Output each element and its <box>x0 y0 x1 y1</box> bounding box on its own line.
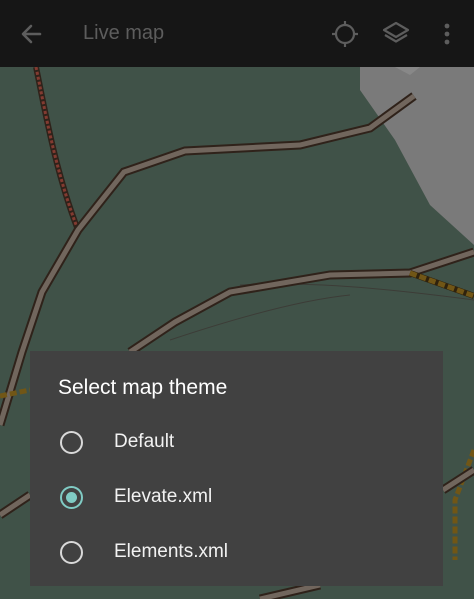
theme-option-elevate[interactable]: Elevate.xml <box>30 471 443 525</box>
layers-icon[interactable] <box>379 17 413 51</box>
theme-option-elements[interactable]: Elements.xml <box>30 526 443 580</box>
page-title: Live map <box>83 22 165 44</box>
radio-button[interactable] <box>60 431 83 454</box>
crosshair-icon[interactable] <box>328 17 362 51</box>
map-theme-dialog: Select map theme Default Elevate.xml Ele… <box>30 351 443 586</box>
dialog-title: Select map theme <box>58 376 228 399</box>
option-label: Elevate.xml <box>114 486 213 507</box>
radio-button[interactable] <box>60 541 83 564</box>
more-vert-icon[interactable] <box>430 17 464 51</box>
option-label: Elements.xml <box>114 541 229 562</box>
theme-option-default[interactable]: Default <box>30 416 443 470</box>
app-bar: Live map <box>0 0 474 67</box>
arrow-back-icon[interactable] <box>14 17 48 51</box>
radio-button-selected[interactable] <box>60 486 83 509</box>
option-label: Default <box>114 431 175 452</box>
